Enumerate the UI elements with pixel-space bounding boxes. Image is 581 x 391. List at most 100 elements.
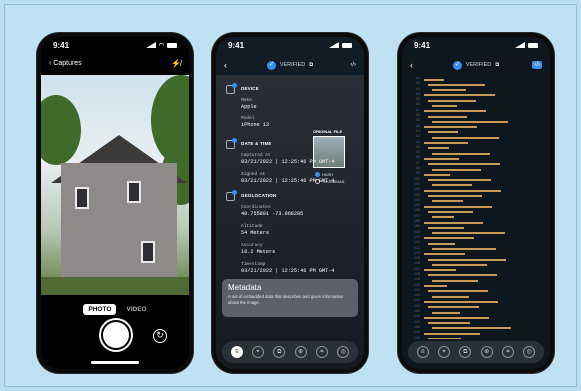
json-line-text: [432, 295, 469, 298]
accuracy-key: Accuracy: [241, 243, 263, 248]
json-line-text: [424, 237, 474, 240]
camera-nav: ‹ Captures ⚡̸: [41, 55, 189, 71]
share-icon[interactable]: ⧉: [309, 62, 313, 69]
signed-value: 03/21/2022 | 12:25:46 PM GMT-4: [241, 178, 335, 184]
json-line-text: [432, 120, 508, 123]
json-line-text: [424, 332, 480, 335]
json-line-text: [424, 300, 498, 303]
json-line-text: [424, 142, 468, 145]
json-line: 130: [408, 337, 546, 339]
model-key: Model: [241, 116, 255, 121]
json-screen: 9:41 ‹ ✓ VERIFIED ⧉ ‹/› 81 82 83 84 85 86 87 88…: [402, 37, 550, 369]
section-geolocation: GEOLOCATION: [241, 193, 277, 198]
json-line-text: [432, 168, 481, 171]
map-icon[interactable]: ⌖: [437, 346, 450, 358]
back-icon[interactable]: ‹: [410, 60, 413, 70]
json-line-text: [432, 104, 457, 107]
json-line-text: [424, 253, 465, 256]
signal-icon: [515, 42, 525, 48]
wifi-icon: ◠: [158, 42, 164, 49]
bottom-toolbar: ≡ ⌖ ⧉ ⊕ ⌗ ◎: [408, 341, 544, 363]
verify-header: ‹ ✓ VERIFIED ⧉ ‹/›: [402, 55, 550, 75]
json-line-text: [424, 78, 444, 81]
json-line-number: 130: [413, 336, 420, 339]
verified-badge-icon: ✓: [452, 60, 462, 70]
camera-preview: [41, 75, 189, 295]
battery-icon: [528, 42, 538, 48]
copy-icon[interactable]: ⧉: [273, 346, 286, 358]
altitude-key: Altitude: [241, 224, 263, 229]
json-line-text: [432, 311, 460, 314]
radio-hash[interactable]: HASH: [315, 172, 333, 177]
coordinates-value: 40.755891 -73.968285: [241, 211, 304, 217]
accuracy-value: 16.2 Meters: [241, 249, 276, 255]
focus-icon[interactable]: ◎: [337, 346, 350, 358]
json-line-text: [432, 89, 466, 92]
json-line-text: [428, 226, 464, 229]
back-button[interactable]: ‹ Captures: [49, 60, 82, 67]
flash-off-icon[interactable]: ⚡̸: [171, 59, 181, 68]
json-line-text: [424, 110, 486, 113]
status-time: 9:41: [53, 40, 70, 50]
mode-photo[interactable]: PHOTO: [83, 304, 117, 315]
copy-icon[interactable]: ⧉: [459, 346, 472, 358]
json-line-text: [428, 274, 497, 277]
json-line-text: [424, 221, 483, 224]
altitude-value: 54 Meters: [241, 230, 270, 236]
make-value: Apple: [241, 104, 257, 110]
status-time: 9:41: [228, 40, 245, 50]
datetime-icon: [226, 138, 237, 149]
phone-camera: 9:41 ◠ ‹ Captures ⚡̸ PHOTO VIDEO ↻: [37, 33, 193, 373]
json-line-text: [424, 126, 477, 129]
json-line-text: [428, 115, 467, 118]
json-line-text: [428, 147, 449, 150]
captured-value: 03/21/2022 | 12:25:46 PM GMT-4: [241, 159, 335, 165]
crop-icon[interactable]: ⌗: [501, 346, 514, 358]
timestamp-value: 03/21/2022 | 12:25:46 PM GMT-4: [241, 268, 335, 274]
section-datetime: DATE & TIME: [241, 141, 272, 146]
json-line-text: [424, 157, 459, 160]
crop-icon[interactable]: ⌗: [315, 346, 328, 358]
flip-camera-icon[interactable]: ↻: [153, 329, 167, 343]
metadata-icon[interactable]: ≡: [416, 346, 429, 358]
json-viewer[interactable]: 81 82 83 84 85 86 87 88 89 90 91 92 93 94 95 96 97 98 99 10…: [408, 77, 546, 339]
map-icon[interactable]: ⌖: [251, 346, 264, 358]
json-line-text: [432, 327, 511, 330]
json-line-text: [428, 83, 485, 86]
home-indicator: [91, 361, 139, 364]
camera-screen: 9:41 ◠ ‹ Captures ⚡̸ PHOTO VIDEO ↻: [41, 37, 189, 369]
json-line-text: [424, 189, 501, 192]
zoom-icon[interactable]: ⊕: [294, 346, 307, 358]
timestamp-key: Timestamp: [241, 262, 266, 267]
code-icon[interactable]: ‹/›: [350, 62, 356, 68]
json-line-text: [432, 184, 472, 187]
json-line-text: [428, 131, 458, 134]
metadata-icon[interactable]: ≡: [230, 346, 243, 358]
status-time: 9:41: [414, 40, 431, 50]
json-line-text: [428, 163, 500, 166]
battery-icon: [342, 42, 352, 48]
json-line-text: [428, 99, 476, 102]
metadata-screen: 9:41 ‹ ✓ VERIFIED ⧉ ‹/› DEVICE Make Appl…: [216, 37, 364, 369]
json-line-text: [432, 216, 454, 219]
json-line-text: [424, 205, 492, 208]
signed-key: Signed At: [241, 172, 266, 177]
verified-label: VERIFIED: [279, 62, 306, 68]
json-line-text: [432, 248, 496, 250]
focus-icon[interactable]: ◎: [523, 346, 536, 358]
verify-header: ‹ ✓ VERIFIED ⧉ ‹/›: [216, 55, 364, 75]
json-line-text: [432, 200, 463, 203]
shutter-button[interactable]: [103, 322, 129, 348]
code-icon-active[interactable]: ‹/›: [532, 61, 542, 69]
json-line-text: [428, 210, 473, 213]
json-line-text: [432, 263, 487, 266]
share-icon[interactable]: ⧉: [495, 62, 499, 69]
back-icon[interactable]: ‹: [224, 60, 227, 70]
coordinates-key: Coordinates: [241, 205, 271, 210]
section-device: DEVICE: [241, 86, 259, 91]
zoom-icon[interactable]: ⊕: [480, 346, 493, 358]
metadata-panel: [216, 75, 364, 369]
mode-video[interactable]: VIDEO: [126, 304, 146, 315]
metadata-tooltip: Metadata A set of embedded data that des…: [222, 279, 358, 317]
status-bar: 9:41 ◠: [41, 37, 189, 53]
